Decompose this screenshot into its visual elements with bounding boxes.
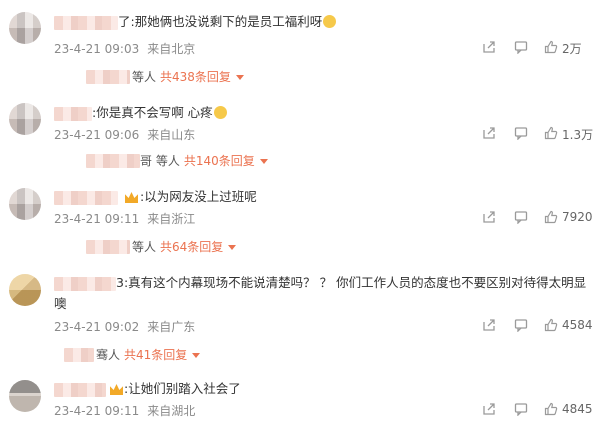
comment-text: :以为网友没上过班呢 — [140, 189, 257, 204]
reply-users-blurred[interactable] — [86, 154, 140, 168]
replies-prefix: 骞人 — [96, 348, 121, 362]
thumbs-up-icon[interactable] — [544, 210, 558, 224]
comment-location: 来自浙江 — [147, 212, 196, 226]
comment-meta: 23-4-21 09:11 来自浙江 — [54, 210, 195, 227]
username-blurred[interactable] — [54, 191, 118, 205]
comment-actions: 2万 — [482, 40, 602, 56]
reply-users-blurred[interactable] — [86, 240, 130, 254]
replies-prefix: 等人 — [132, 70, 157, 84]
share-icon[interactable] — [482, 402, 496, 416]
comment-actions: 1.3万 — [482, 126, 602, 142]
emoji-icon — [323, 15, 337, 28]
username-blurred[interactable] — [54, 277, 116, 291]
avatar[interactable] — [9, 103, 41, 135]
like-count: 1.3万 — [562, 128, 594, 142]
avatar[interactable] — [9, 12, 41, 44]
comment-icon[interactable] — [514, 318, 528, 332]
caret-down-icon[interactable] — [228, 245, 237, 250]
comment-time: 23-4-21 09:03 — [54, 42, 140, 56]
comment-text-continued: 噢 — [54, 296, 67, 311]
comment-time: 23-4-21 09:11 — [54, 404, 140, 418]
like-count: 4584 — [562, 318, 593, 332]
replies-summary[interactable]: 哥 等人 共140条回复 — [140, 152, 268, 169]
replies-count[interactable]: 共41条回复 — [124, 348, 187, 362]
comment-time: 23-4-21 09:06 — [54, 128, 140, 142]
thumbs-up-icon[interactable] — [544, 318, 558, 332]
comment-time: 23-4-21 09:11 — [54, 212, 140, 226]
comment-location: 来自山东 — [147, 128, 196, 142]
replies-count[interactable]: 共140条回复 — [184, 154, 255, 168]
share-icon[interactable] — [482, 40, 496, 54]
comment-text: 了:那她俩也没说剩下的是员工福利呀 — [118, 12, 337, 32]
comment-time: 23-4-21 09:02 — [54, 320, 140, 334]
reply-users-blurred[interactable] — [64, 348, 94, 362]
thumbs-up-icon[interactable] — [544, 402, 558, 416]
comment-meta: 23-4-21 09:11 来自湖北 — [54, 402, 195, 419]
replies-count[interactable]: 共438条回复 — [160, 70, 231, 84]
username-blurred[interactable] — [54, 107, 92, 121]
comment-text: :你是真不会写啊 心疼 — [92, 103, 227, 123]
caret-down-icon[interactable] — [192, 353, 201, 358]
caret-down-icon[interactable] — [259, 159, 268, 164]
thumbs-up-icon[interactable] — [544, 40, 558, 54]
username-blurred[interactable] — [54, 16, 118, 30]
comment-location: 来自湖北 — [147, 404, 196, 418]
replies-prefix: 哥 等人 — [140, 154, 180, 168]
avatar[interactable] — [9, 188, 41, 220]
like-count: 4845 — [562, 402, 593, 416]
share-icon[interactable] — [482, 318, 496, 332]
comment-text: 3:真有这个内幕现场不能说清楚吗？ ？ 你们工作人员的态度也不要区别对待得太明显 — [116, 275, 587, 290]
share-icon[interactable] — [482, 210, 496, 224]
comment-meta: 23-4-21 09:02 来自广东 — [54, 318, 195, 335]
replies-summary[interactable]: 等人 共438条回复 — [132, 68, 244, 85]
comment-icon[interactable] — [514, 210, 528, 224]
replies-count[interactable]: 共64条回复 — [160, 240, 223, 254]
comment-location: 来自北京 — [147, 42, 196, 56]
like-count: 2万 — [562, 42, 582, 56]
comment-actions: 4584 — [482, 318, 602, 334]
comment-icon[interactable] — [514, 402, 528, 416]
avatar[interactable] — [9, 380, 41, 412]
comment-text: :让她们别踏入社会了 — [124, 381, 241, 396]
comment-actions: 7920 — [482, 210, 602, 226]
comment-icon[interactable] — [514, 126, 528, 140]
reply-users-blurred[interactable] — [86, 70, 130, 84]
comment-meta: 23-4-21 09:06 来自山东 — [54, 126, 195, 143]
thumbs-up-icon[interactable] — [544, 126, 558, 140]
caret-down-icon[interactable] — [235, 75, 244, 80]
username-blurred[interactable] — [54, 383, 106, 397]
crown-badge-icon — [110, 384, 123, 395]
replies-summary[interactable]: 骞人 共41条回复 — [96, 346, 201, 363]
emoji-icon — [213, 106, 227, 119]
replies-prefix: 等人 — [132, 240, 157, 254]
comment-icon[interactable] — [514, 40, 528, 54]
comment-actions: 4845 — [482, 402, 602, 418]
avatar[interactable] — [9, 274, 41, 306]
comment-location: 来自广东 — [147, 320, 196, 334]
share-icon[interactable] — [482, 126, 496, 140]
comment-meta: 23-4-21 09:03 来自北京 — [54, 40, 195, 57]
like-count: 7920 — [562, 210, 593, 224]
crown-badge-icon — [125, 192, 138, 203]
replies-summary[interactable]: 等人 共64条回复 — [132, 238, 237, 255]
